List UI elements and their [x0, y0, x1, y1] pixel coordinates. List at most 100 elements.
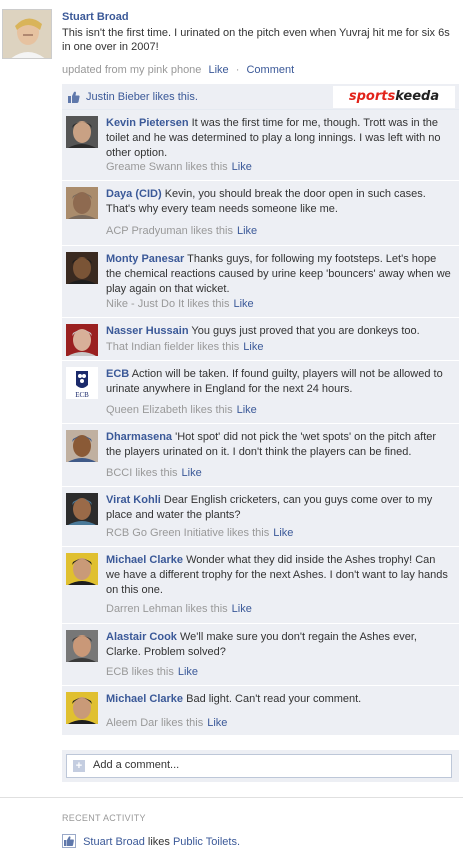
comment-like-link[interactable]: Like	[273, 527, 293, 539]
comment-likes-text: RCB Go Green Initiative likes this	[106, 527, 270, 539]
comment-like-link[interactable]: Like	[207, 717, 227, 729]
post-source: updated from my pink phone	[62, 64, 202, 76]
comment-like-link[interactable]: Like	[178, 666, 198, 678]
feedback-panel: Justin Bieber likes this. sportskeeda Ke…	[62, 84, 459, 736]
comment-likes: Darren Lehman likes this Like	[106, 603, 252, 615]
commenter-avatar[interactable]	[66, 630, 98, 662]
comment-like-link[interactable]: Like	[237, 225, 257, 237]
comment-item: Daya (CID) Kevin, you should break the d…	[62, 181, 459, 246]
comment-link[interactable]: Comment	[246, 64, 294, 76]
recent-object[interactable]: Public Toilets.	[173, 836, 240, 848]
commenter-name[interactable]: Nasser Hussain	[106, 325, 189, 337]
commenter-avatar[interactable]	[66, 116, 98, 148]
comment-item: Alastair Cook We'll make sure you don't …	[62, 624, 459, 686]
likes-text-label[interactable]: Justin Bieber likes this.	[86, 91, 198, 103]
thumbs-up-icon	[68, 91, 80, 103]
add-comment-input[interactable]: + Add a comment...	[66, 754, 452, 778]
commenter-avatar[interactable]	[66, 252, 98, 284]
add-icon: +	[73, 760, 85, 772]
commenter-name[interactable]: ECB	[106, 368, 129, 380]
comment-item: Michael Clarke Bad light. Can't read you…	[62, 686, 459, 736]
logo-black-part: keeda	[395, 89, 440, 104]
status-text: This isn't the first time. I urinated on…	[62, 27, 450, 53]
comment-text: Action will be taken. If found guilty, p…	[106, 368, 443, 395]
logo-red-part: sports	[348, 89, 396, 104]
sportskeeda-logo: sportskeeda	[333, 86, 455, 108]
comment-body: Nasser Hussain You guys just proved that…	[106, 324, 451, 339]
comment-body: Kevin Pietersen It was the first time fo…	[106, 116, 451, 161]
commenter-name[interactable]: Dharmasena	[106, 431, 172, 443]
commenter-name[interactable]: Monty Panesar	[106, 253, 184, 265]
commenter-name[interactable]: Virat Kohli	[106, 494, 161, 506]
comment-like-link[interactable]: Like	[237, 404, 257, 416]
commenter-name[interactable]: Michael Clarke	[106, 693, 183, 705]
comment-body: Michael Clarke Wonder what they did insi…	[106, 553, 451, 598]
commenter-avatar[interactable]	[66, 324, 98, 356]
comment-item: Nasser Hussain You guys just proved that…	[62, 318, 459, 361]
comment-like-link[interactable]: Like	[233, 298, 253, 310]
comment-body: ECB Action will be taken. If found guilt…	[106, 367, 451, 397]
thumbs-up-icon	[62, 834, 76, 848]
comment-like-link[interactable]: Like	[232, 603, 252, 615]
commenter-avatar[interactable]	[66, 692, 98, 724]
comment-like-link[interactable]: Like	[243, 341, 263, 353]
comment-body: Dharmasena 'Hot spot' did not pick the '…	[106, 430, 451, 460]
like-link[interactable]: Like	[208, 64, 228, 76]
comment-item: Monty Panesar Thanks guys, for following…	[62, 246, 459, 318]
commenter-name[interactable]: Michael Clarke	[106, 554, 183, 566]
likes-text: Justin Bieber likes this.	[86, 91, 198, 103]
comment-body: Virat Kohli Dear English cricketers, can…	[106, 493, 451, 523]
comment-item: Michael Clarke Wonder what they did insi…	[62, 547, 459, 624]
comment-likes: Greame Swann likes this Like	[106, 161, 252, 173]
comment-list: Kevin Pietersen It was the first time fo…	[62, 110, 459, 736]
commenter-name[interactable]: Alastair Cook	[106, 631, 177, 643]
svg-text:ECB: ECB	[75, 391, 89, 399]
commenter-avatar[interactable]	[66, 430, 98, 462]
recent-verb: likes	[147, 836, 170, 848]
recent-activity-heading: RECENT ACTIVITY	[62, 813, 146, 823]
comment-likes: RCB Go Green Initiative likes this Like	[106, 527, 293, 539]
comment-likes: BCCI likes this Like	[106, 467, 202, 479]
likes-bar: Justin Bieber likes this. sportskeeda	[62, 84, 459, 110]
comment-item: Dharmasena 'Hot spot' did not pick the '…	[62, 424, 459, 487]
comment-text: You guys just proved that you are donkey…	[191, 325, 420, 337]
comment-item: Virat Kohli Dear English cricketers, can…	[62, 487, 459, 547]
comment-likes-text: Aleem Dar likes this	[106, 717, 204, 729]
comment-likes-text: ACP Pradyuman likes this	[106, 225, 233, 237]
commenter-avatar[interactable]	[66, 187, 98, 219]
comment-likes: ECB likes this Like	[106, 666, 198, 678]
commenter-avatar[interactable]: ECB	[66, 367, 98, 399]
meta-separator: ·	[235, 64, 240, 76]
commenter-name[interactable]: Kevin Pietersen	[106, 117, 189, 129]
comment-text: Bad light. Can't read your comment.	[186, 693, 362, 705]
comment-likes-text: BCCI likes this	[106, 467, 178, 479]
comment-body: Monty Panesar Thanks guys, for following…	[106, 252, 451, 297]
comment-likes: That Indian fielder likes this Like	[106, 341, 263, 353]
comment-likes: Aleem Dar likes this Like	[106, 717, 227, 729]
comment-body: Alastair Cook We'll make sure you don't …	[106, 630, 451, 660]
commenter-avatar[interactable]	[66, 493, 98, 525]
author-avatar[interactable]	[2, 9, 52, 59]
comment-likes-text: Nike - Just Do It likes this	[106, 298, 230, 310]
comment-likes-text: That Indian fielder likes this	[106, 341, 240, 353]
comment-likes: Nike - Just Do It likes this Like	[106, 298, 254, 310]
comment-like-link[interactable]: Like	[182, 467, 202, 479]
comment-likes-text: Queen Elizabeth likes this	[106, 404, 233, 416]
commenter-avatar[interactable]	[66, 553, 98, 585]
commenter-name[interactable]: Daya (CID)	[106, 188, 162, 200]
comment-likes: ACP Pradyuman likes this Like	[106, 225, 257, 237]
comment-body: Daya (CID) Kevin, you should break the d…	[106, 187, 451, 217]
recent-actor[interactable]: Stuart Broad	[83, 836, 145, 848]
comment-likes-text: ECB likes this	[106, 666, 174, 678]
section-divider	[0, 797, 463, 798]
post-meta: updated from my pink phone Like · Commen…	[62, 64, 294, 76]
comment-body: Michael Clarke Bad light. Can't read you…	[106, 692, 451, 707]
add-comment-placeholder: Add a comment...	[93, 759, 180, 771]
add-comment-area: + Add a comment...	[62, 750, 459, 782]
recent-activity-item: Stuart Broad likes Public Toilets.	[62, 834, 240, 848]
comment-item: ECB ECB Action will be taken. If found gu…	[62, 361, 459, 424]
comment-likes-text: Darren Lehman likes this	[106, 603, 228, 615]
post-author-name[interactable]: Stuart Broad	[62, 11, 129, 23]
comment-likes-text: Greame Swann likes this	[106, 161, 228, 173]
comment-like-link[interactable]: Like	[232, 161, 252, 173]
